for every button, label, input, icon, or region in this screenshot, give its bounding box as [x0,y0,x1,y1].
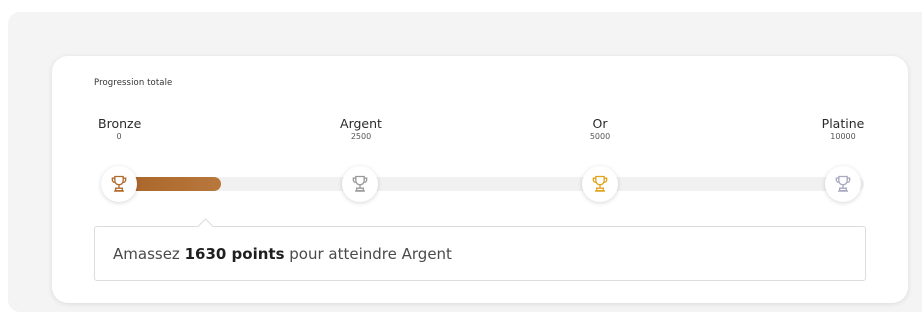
progress-track [118,177,864,191]
trophy-badge-argent [342,166,378,202]
trophy-icon [833,174,853,194]
tier-argent: Argent 2500 [336,116,386,142]
trophy-badge-bronze [101,166,137,202]
tier-points: 2500 [350,132,372,141]
tier-or: Or 5000 [580,116,620,142]
tier-platine: Platine 10000 [816,116,870,142]
tier-points: 5000 [589,132,611,141]
tier-name: Bronze [98,116,142,131]
next-tier-message: Amassez 1630 points pour atteindre Argen… [94,226,866,281]
progress-card: Progression totale Bronze 0 Argent 2500 … [52,56,908,303]
trophy-icon [590,174,610,194]
tier-points: 0 [116,132,122,141]
progress-panel-background: Progression totale Bronze 0 Argent 2500 … [8,12,922,312]
tier-name: Argent [340,116,382,131]
trophy-icon [109,174,129,194]
trophy-icon [350,174,370,194]
message-pointer [197,216,215,227]
tier-name: Platine [821,116,865,131]
tier-bronze: Bronze 0 [98,116,142,142]
tier-points: 10000 [830,132,856,141]
trophy-badge-platine [825,166,861,202]
next-tier-text: Amassez 1630 points pour atteindre Argen… [113,245,452,263]
card-title: Progression totale [94,78,173,88]
points-needed: 1630 points [184,245,285,263]
message-suffix: pour atteindre Argent [284,245,452,263]
tier-name: Or [592,116,608,131]
trophy-badge-or [582,166,618,202]
message-prefix: Amassez [113,245,185,263]
